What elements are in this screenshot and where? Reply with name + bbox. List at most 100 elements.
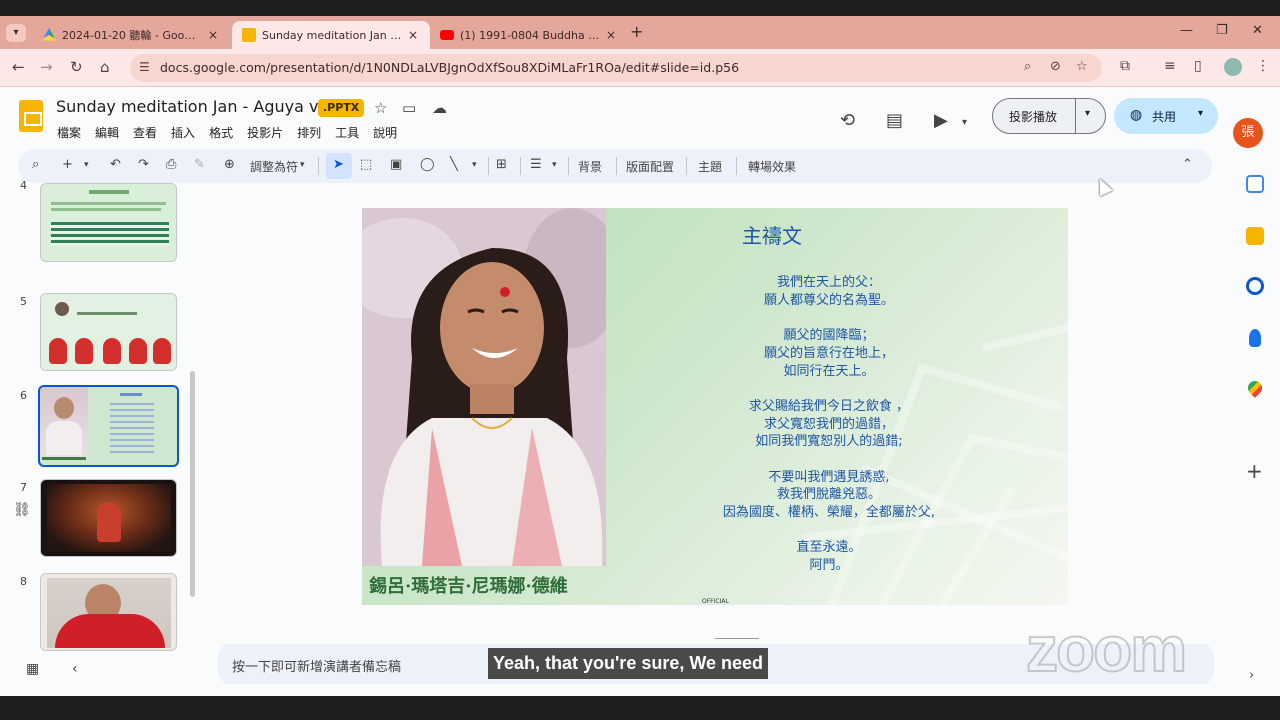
live-caption: Yeah, that you're sure, We need <box>488 648 769 679</box>
menu-tools[interactable]: 工具 <box>335 124 359 141</box>
zoom-select[interactable]: 調整為符 <box>250 158 298 175</box>
close-icon[interactable]: × <box>606 28 616 42</box>
search-icon[interactable]: ⌕ <box>32 157 39 172</box>
contacts-icon[interactable] <box>1249 329 1261 347</box>
line-icon[interactable]: ╲ <box>450 157 458 172</box>
prayer-line <box>606 380 1052 398</box>
chevron-right-icon[interactable]: › <box>1249 668 1254 683</box>
zoom-icon[interactable]: ⊕ <box>224 157 235 172</box>
grid-view-icon[interactable]: ▦ <box>26 661 39 677</box>
slide-thumbnail-4[interactable] <box>40 183 177 262</box>
menu-edit[interactable]: 編輯 <box>95 124 119 141</box>
chevron-down-icon[interactable]: ▾ <box>552 160 557 170</box>
keep-icon[interactable] <box>1246 227 1264 245</box>
chevron-left-icon[interactable]: ‹ <box>72 661 78 677</box>
tab-google-slides[interactable]: Sunday meditation Jan - Aguya × <box>232 21 430 49</box>
chevron-down-icon[interactable]: ▾ <box>300 160 305 170</box>
menu-format[interactable]: 格式 <box>209 124 233 141</box>
chevron-up-icon[interactable]: ⌃ <box>1182 157 1193 172</box>
home-icon[interactable]: ⌂ <box>100 58 110 76</box>
bookmark-star-icon[interactable]: ☆ <box>1076 59 1088 74</box>
add-addon-icon[interactable]: + <box>1246 459 1263 483</box>
chevron-down-icon[interactable]: ▾ <box>1085 108 1090 119</box>
link-icon[interactable]: ⛓ <box>13 502 31 518</box>
present-button[interactable]: 投影播放 ▾ <box>992 98 1106 134</box>
minimize-button[interactable]: — <box>1180 23 1193 38</box>
text-box-icon[interactable]: ⬚ <box>360 157 372 172</box>
menu-file[interactable]: 檔案 <box>57 124 81 141</box>
maps-icon[interactable] <box>1245 378 1265 398</box>
new-tab-button[interactable]: + <box>630 22 643 41</box>
tab-youtube[interactable]: (1) 1991-0804 Buddha Puja Tea × <box>430 21 628 49</box>
slide-number: 5 <box>20 295 27 308</box>
add-comment-icon[interactable]: ⊞ <box>496 157 507 172</box>
zoom-icon[interactable]: ⌕ <box>1024 59 1031 74</box>
slide-thumbnail-6[interactable] <box>38 385 179 467</box>
eye-off-icon[interactable]: ⊘ <box>1050 59 1061 74</box>
prayer-line: 因為國度、權柄、榮耀，全都屬於父, <box>722 505 936 521</box>
calendar-icon[interactable] <box>1246 175 1264 193</box>
notes-resize-handle[interactable] <box>715 638 759 639</box>
new-slide-icon[interactable]: + <box>62 157 73 172</box>
version-history-icon[interactable]: ⟲ <box>840 110 855 131</box>
reading-list-icon[interactable]: ≡ <box>1164 58 1176 74</box>
prayer-line: 願人都尊父的名為聖。 <box>763 292 894 308</box>
meet-video-icon[interactable]: ▶ <box>934 110 948 131</box>
back-icon[interactable]: ← <box>12 58 25 76</box>
star-icon[interactable]: ☆ <box>374 99 387 117</box>
browser-toolbar: ← → ↻ ⌂ ☰ docs.google.com/presentation/d… <box>0 49 1280 87</box>
more-menu-icon[interactable]: ⋮ <box>1256 58 1270 74</box>
site-info-icon[interactable]: ☰ <box>139 60 150 74</box>
shape-icon[interactable]: ◯ <box>420 157 435 172</box>
url-text[interactable]: docs.google.com/presentation/d/1N0NDLaLV… <box>160 60 739 75</box>
extensions-icon[interactable]: ⧉ <box>1120 58 1130 74</box>
chevron-down-icon[interactable]: ▾ <box>84 160 89 170</box>
align-icon[interactable]: ☰ <box>530 157 542 172</box>
current-slide[interactable]: 錫呂·瑪塔吉·尼瑪娜·德維 主禱文 我們在天上的父： 願人都尊父的名為聖。 願父… <box>362 208 1068 605</box>
move-folder-icon[interactable]: ▭ <box>402 99 416 117</box>
menu-insert[interactable]: 插入 <box>171 124 195 141</box>
restore-button[interactable]: ❐ <box>1216 23 1228 38</box>
menu-view[interactable]: 查看 <box>133 124 157 141</box>
profile-avatar[interactable] <box>1224 58 1242 76</box>
theme-button[interactable]: 主題 <box>698 158 722 175</box>
print-icon[interactable]: ⎙ <box>166 157 176 172</box>
close-icon[interactable]: × <box>208 28 218 42</box>
filmstrip-scrollbar[interactable] <box>190 371 195 597</box>
tab-search-button[interactable]: ▾ <box>6 24 26 42</box>
slide-thumbnail-8[interactable] <box>40 573 177 651</box>
menu-arrange[interactable]: 排列 <box>297 124 321 141</box>
menu-slide[interactable]: 投影片 <box>247 124 283 141</box>
chevron-down-icon[interactable]: ▾ <box>472 160 477 170</box>
prayer-line <box>606 522 1052 540</box>
chevron-down-icon[interactable]: ▾ <box>962 117 967 128</box>
account-avatar[interactable]: 張 <box>1233 118 1263 148</box>
redo-icon[interactable]: ↷ <box>138 157 149 172</box>
cloud-saved-icon[interactable]: ☁ <box>432 99 447 117</box>
background-button[interactable]: 背景 <box>578 158 602 175</box>
close-window-button[interactable]: ✕ <box>1252 23 1263 38</box>
share-button[interactable]: ◍ 共用 ▾ <box>1114 98 1218 134</box>
slide-thumbnail-5[interactable] <box>40 293 177 371</box>
tab-google-drive[interactable]: 2024-01-20 聽輪 - Google 雲端 × <box>32 21 230 49</box>
slides-logo-icon[interactable] <box>19 100 43 132</box>
image-icon[interactable]: ▣ <box>390 157 402 172</box>
layout-button[interactable]: 版面配置 <box>626 158 674 175</box>
forward-icon[interactable]: → <box>40 58 53 76</box>
tasks-icon[interactable] <box>1246 277 1264 295</box>
comments-icon[interactable]: ▤ <box>886 110 903 131</box>
prayer-line: 不要叫我們遇見誘惑, <box>768 469 890 485</box>
prayer-line: 阿門。 <box>809 558 849 574</box>
chevron-down-icon[interactable]: ▾ <box>1198 108 1203 119</box>
side-panel-icon[interactable]: ▯ <box>1194 58 1202 74</box>
close-icon[interactable]: × <box>408 28 418 42</box>
slide-thumbnail-7[interactable] <box>40 479 177 557</box>
document-title[interactable]: Sunday meditation Jan - Aguya v2 <box>56 97 329 116</box>
undo-icon[interactable]: ↶ <box>110 157 121 172</box>
prayer-line: 直至永遠。 <box>796 540 862 556</box>
menu-help[interactable]: 說明 <box>373 124 397 141</box>
transition-button[interactable]: 轉場效果 <box>748 158 796 175</box>
reload-icon[interactable]: ↻ <box>70 58 83 76</box>
address-bar[interactable]: ☰ docs.google.com/presentation/d/1N0NDLa… <box>130 54 1102 82</box>
paint-format-icon[interactable]: ✎ <box>194 157 205 172</box>
